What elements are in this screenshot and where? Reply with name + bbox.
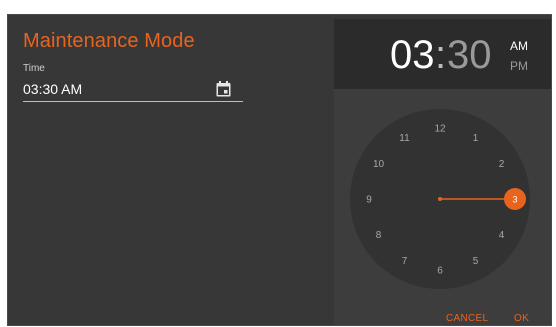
clock-hour-7[interactable]: 7 [402,256,408,267]
clock-hour-11[interactable]: 11 [399,133,410,144]
clock-center-dot [438,197,442,201]
clock-hour-5[interactable]: 5 [473,256,479,267]
cancel-button[interactable]: CANCEL [446,313,488,324]
clock-hour-8[interactable]: 8 [376,230,382,241]
calendar-icon[interactable] [216,81,231,97]
clock-hour-6[interactable]: 6 [437,266,443,277]
clock-hour-2[interactable]: 2 [499,159,505,170]
time-field[interactable]: 03:30 AM [23,81,82,97]
clock-hour-4[interactable]: 4 [499,230,505,241]
time-field-underline [23,101,243,102]
time-picker: 03 : 30 AM PM 12 1 2 3 4 5 6 7 8 9 10 11 CANCEL OK [334,19,551,325]
clock-face[interactable]: 121234567891011 [334,19,551,325]
clock-hour-12[interactable]: 12 [434,124,446,135]
clock-hour-3[interactable]: 3 [512,195,517,205]
maintenance-dialog: Maintenance Mode Time 03:30 AM 03 : 30 A… [7,14,552,326]
clock-hour-10[interactable]: 10 [373,159,385,170]
clock-hour-1[interactable]: 1 [473,133,479,144]
clock-hour-9[interactable]: 9 [366,195,372,206]
ok-button[interactable]: OK [514,313,529,324]
time-label: Time [23,63,45,74]
dialog-title: Maintenance Mode [23,30,195,52]
